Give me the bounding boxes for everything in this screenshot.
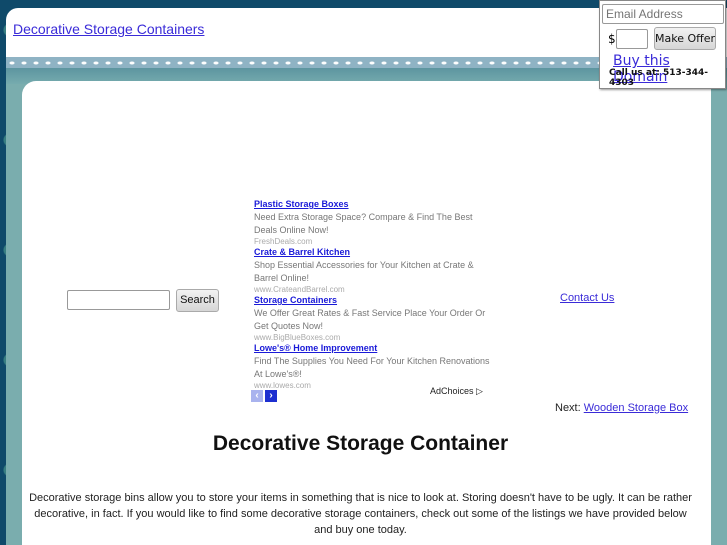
ad-item: Storage Containers We Offer Great Rates … bbox=[254, 294, 490, 342]
next-prefix: Next: bbox=[555, 402, 584, 414]
ad-description: Shop Essential Accessories for Your Kitc… bbox=[254, 260, 474, 283]
offer-amount-input[interactable] bbox=[616, 29, 648, 49]
make-offer-button[interactable]: Make Offer bbox=[654, 27, 716, 50]
email-field[interactable] bbox=[602, 4, 724, 24]
intro-paragraph: Decorative storage bins allow you to sto… bbox=[29, 492, 692, 536]
right-strip bbox=[711, 155, 727, 545]
ad-url[interactable]: FreshDeals.com bbox=[254, 237, 490, 246]
ad-description: Need Extra Storage Space? Compare & Find… bbox=[254, 212, 473, 235]
search-input[interactable] bbox=[67, 290, 170, 310]
next-article-link[interactable]: Wooden Storage Box bbox=[584, 402, 688, 414]
chevron-left-icon[interactable]: ‹ bbox=[251, 390, 263, 402]
domain-offer-box: $ Make Offer Buy this Domain Call us at:… bbox=[599, 0, 726, 89]
ad-title-link[interactable]: Plastic Storage Boxes bbox=[254, 198, 490, 211]
ad-description: Find The Supplies You Need For Your Kitc… bbox=[254, 356, 490, 379]
ad-title-link[interactable]: Storage Containers bbox=[254, 294, 490, 307]
ad-title-link[interactable]: Crate & Barrel Kitchen bbox=[254, 246, 490, 259]
adchoices-link[interactable]: AdChoices ▷ bbox=[430, 386, 483, 397]
call-us-text: Call us at: 513-344-4303 bbox=[609, 68, 709, 88]
ad-item: Lowe's® Home Improvement Find The Suppli… bbox=[254, 342, 490, 390]
chevron-right-icon[interactable]: › bbox=[265, 390, 277, 402]
ad-title-link[interactable]: Lowe's® Home Improvement bbox=[254, 342, 490, 355]
ad-item: Plastic Storage Boxes Need Extra Storage… bbox=[254, 198, 490, 246]
ad-description: We Offer Great Rates & Fast Service Plac… bbox=[254, 308, 486, 331]
next-article: Next: Wooden Storage Box bbox=[555, 402, 688, 414]
ad-url[interactable]: www.CrateandBarrel.com bbox=[254, 285, 490, 294]
ad-navigation: ‹ › bbox=[251, 385, 279, 403]
currency-symbol: $ bbox=[608, 32, 616, 46]
search-button[interactable]: Search bbox=[176, 289, 219, 312]
ad-url[interactable]: www.BigBlueBoxes.com bbox=[254, 333, 490, 342]
page-title: Decorative Storage Container bbox=[212, 432, 509, 455]
ad-list: Plastic Storage Boxes Need Extra Storage… bbox=[254, 198, 490, 390]
site-title-link[interactable]: Decorative Storage Containers bbox=[13, 21, 204, 37]
ad-item: Crate & Barrel Kitchen Shop Essential Ac… bbox=[254, 246, 490, 294]
contact-us-link[interactable]: Contact Us bbox=[560, 292, 614, 304]
